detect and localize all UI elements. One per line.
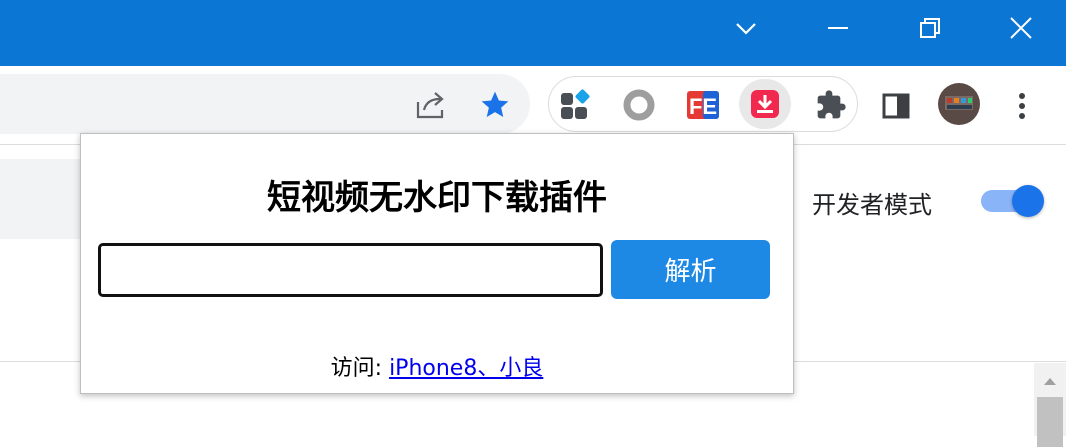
side-panel-icon[interactable] [876, 86, 916, 126]
svg-text:FE: FE [689, 94, 717, 119]
share-icon[interactable] [410, 86, 452, 124]
extensions-pill: FE [548, 76, 858, 132]
minimize-icon [828, 27, 848, 29]
title-bar [0, 0, 1066, 66]
extension-grid-icon[interactable] [555, 85, 595, 125]
tab-search-button[interactable] [700, 0, 792, 56]
extension-circle-icon[interactable] [619, 85, 659, 125]
visit-line: 访问: iPhone8、小良 [81, 350, 793, 382]
restore-icon [920, 18, 940, 38]
developer-mode-label: 开发者模式 [812, 191, 932, 219]
more-menu-icon[interactable] [1002, 86, 1042, 126]
video-url-input[interactable] [98, 243, 603, 297]
scroll-up-arrow-icon[interactable] [1034, 373, 1066, 389]
parse-button[interactable]: 解析 [611, 240, 770, 299]
extension-fe-icon[interactable]: FE [683, 85, 723, 125]
popup-title: 短视频无水印下载插件 [267, 178, 607, 218]
close-button[interactable] [975, 0, 1066, 56]
extension-popup: 短视频无水印下载插件 解析 访问: iPhone8、小良 [80, 133, 794, 394]
profile-avatar[interactable] [936, 81, 982, 127]
bookmark-star-icon[interactable] [474, 86, 516, 124]
extension-download-icon[interactable] [739, 79, 791, 129]
visit-prefix: 访问: [330, 356, 390, 381]
close-icon [1010, 17, 1032, 39]
visit-link[interactable]: iPhone8、小良 [389, 356, 543, 381]
page-search-strip [0, 159, 90, 239]
chevron-down-icon [736, 23, 756, 35]
scrollbar-thumb[interactable] [1037, 397, 1063, 447]
extensions-puzzle-icon[interactable] [811, 85, 851, 125]
scrollbar[interactable] [1034, 363, 1066, 447]
minimize-button[interactable] [792, 0, 884, 56]
restore-button[interactable] [884, 0, 976, 56]
developer-mode-toggle-thumb[interactable] [1012, 185, 1044, 217]
